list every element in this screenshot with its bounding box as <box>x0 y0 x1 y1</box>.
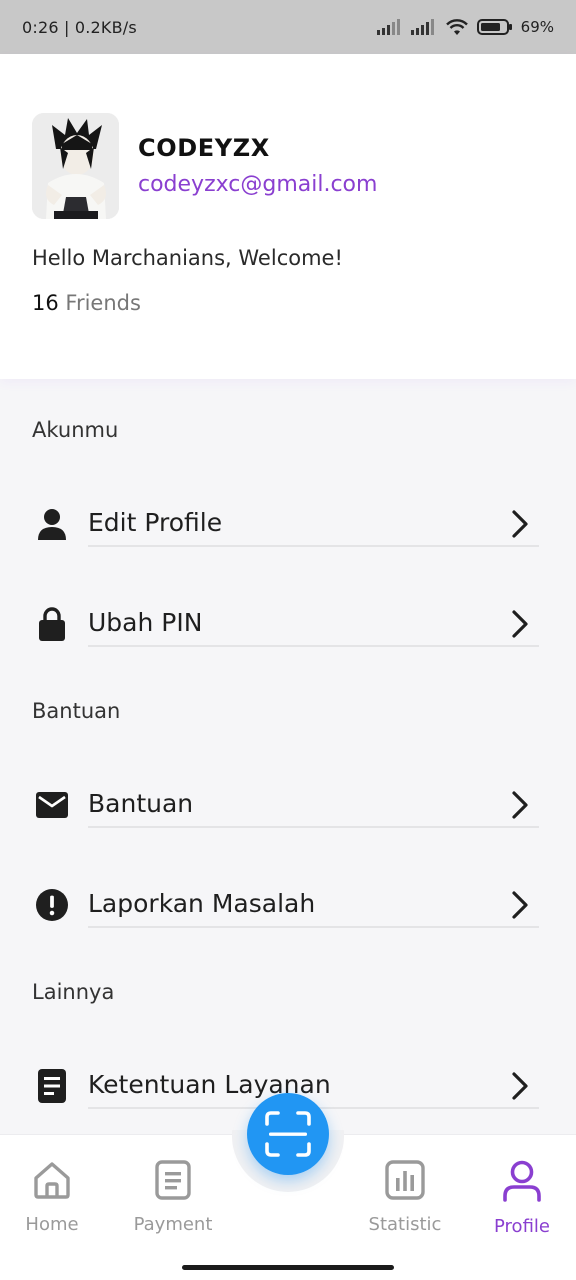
scan-button[interactable] <box>247 1093 329 1175</box>
welcome-text: Hello Marchanians, Welcome! <box>32 246 343 270</box>
friends-count: 16 <box>32 291 59 315</box>
menu-item-bantuan[interactable]: Bantuan <box>0 753 576 853</box>
document-icon <box>36 1069 68 1103</box>
status-bar: 0:26 | 0.2KB/s 69% <box>0 0 576 54</box>
section-title-bantuan: Bantuan <box>32 699 121 723</box>
menu-label-bantuan: Bantuan <box>88 789 194 818</box>
battery-icon <box>476 19 512 35</box>
menu-label-laporkan-masalah: Laporkan Masalah <box>88 889 316 918</box>
chart-icon <box>385 1160 425 1200</box>
chevron-right-icon <box>510 1071 530 1105</box>
nav-label-home: Home <box>25 1214 79 1235</box>
nav-item-statistic[interactable]: Statistic <box>350 1160 460 1235</box>
menu-item-edit-profile[interactable]: Edit Profile <box>0 472 576 572</box>
profile-card: CODEYZX codeyzxc@gmail.com Hello Marchan… <box>0 54 576 379</box>
profile-username: CODEYZX <box>138 134 270 162</box>
nav-item-profile[interactable]: Profile <box>467 1160 576 1237</box>
settings-menu: Akunmu Edit Profile Ubah PIN Bantuan Ban… <box>0 380 576 1135</box>
chevron-right-icon <box>510 890 530 924</box>
home-indicator <box>182 1265 394 1270</box>
wifi-icon <box>445 19 468 35</box>
profile-icon <box>503 1160 541 1202</box>
nav-item-home[interactable]: Home <box>0 1160 107 1235</box>
receipt-icon <box>155 1160 191 1200</box>
menu-item-ubah-pin[interactable]: Ubah PIN <box>0 572 576 672</box>
avatar[interactable] <box>32 113 119 219</box>
menu-label-edit-profile: Edit Profile <box>88 508 223 537</box>
status-time-speed: 0:26 | 0.2KB/s <box>22 17 137 37</box>
menu-divider <box>88 826 539 828</box>
friends-summary[interactable]: 16 Friends <box>32 291 141 315</box>
menu-divider <box>88 645 539 647</box>
status-icons: 69% <box>376 18 554 36</box>
chevron-right-icon <box>510 509 530 543</box>
scan-icon <box>265 1111 311 1157</box>
home-icon <box>34 1162 70 1199</box>
section-title-akunmu: Akunmu <box>32 418 119 442</box>
friends-label: Friends <box>58 291 141 315</box>
avatar-illustration <box>32 113 119 219</box>
section-title-lainnya: Lainnya <box>32 980 115 1004</box>
signal-icon-2 <box>410 19 434 35</box>
battery-text: 69% <box>520 18 554 36</box>
nav-label-profile: Profile <box>494 1216 550 1237</box>
menu-divider <box>88 545 539 547</box>
profile-email: codeyzxc@gmail.com <box>138 172 378 197</box>
signal-icon <box>376 19 400 35</box>
chevron-right-icon <box>510 790 530 824</box>
nav-label-statistic: Statistic <box>368 1214 442 1235</box>
menu-label-ubah-pin: Ubah PIN <box>88 608 203 637</box>
nav-label-payment: Payment <box>133 1214 213 1235</box>
mail-icon <box>36 789 68 821</box>
lock-icon <box>36 607 68 641</box>
menu-divider <box>88 926 539 928</box>
nav-item-payment[interactable]: Payment <box>118 1160 228 1235</box>
person-icon <box>36 508 68 540</box>
chevron-right-icon <box>510 609 530 643</box>
menu-item-laporkan-masalah[interactable]: Laporkan Masalah <box>0 853 576 953</box>
alert-icon <box>36 889 68 921</box>
